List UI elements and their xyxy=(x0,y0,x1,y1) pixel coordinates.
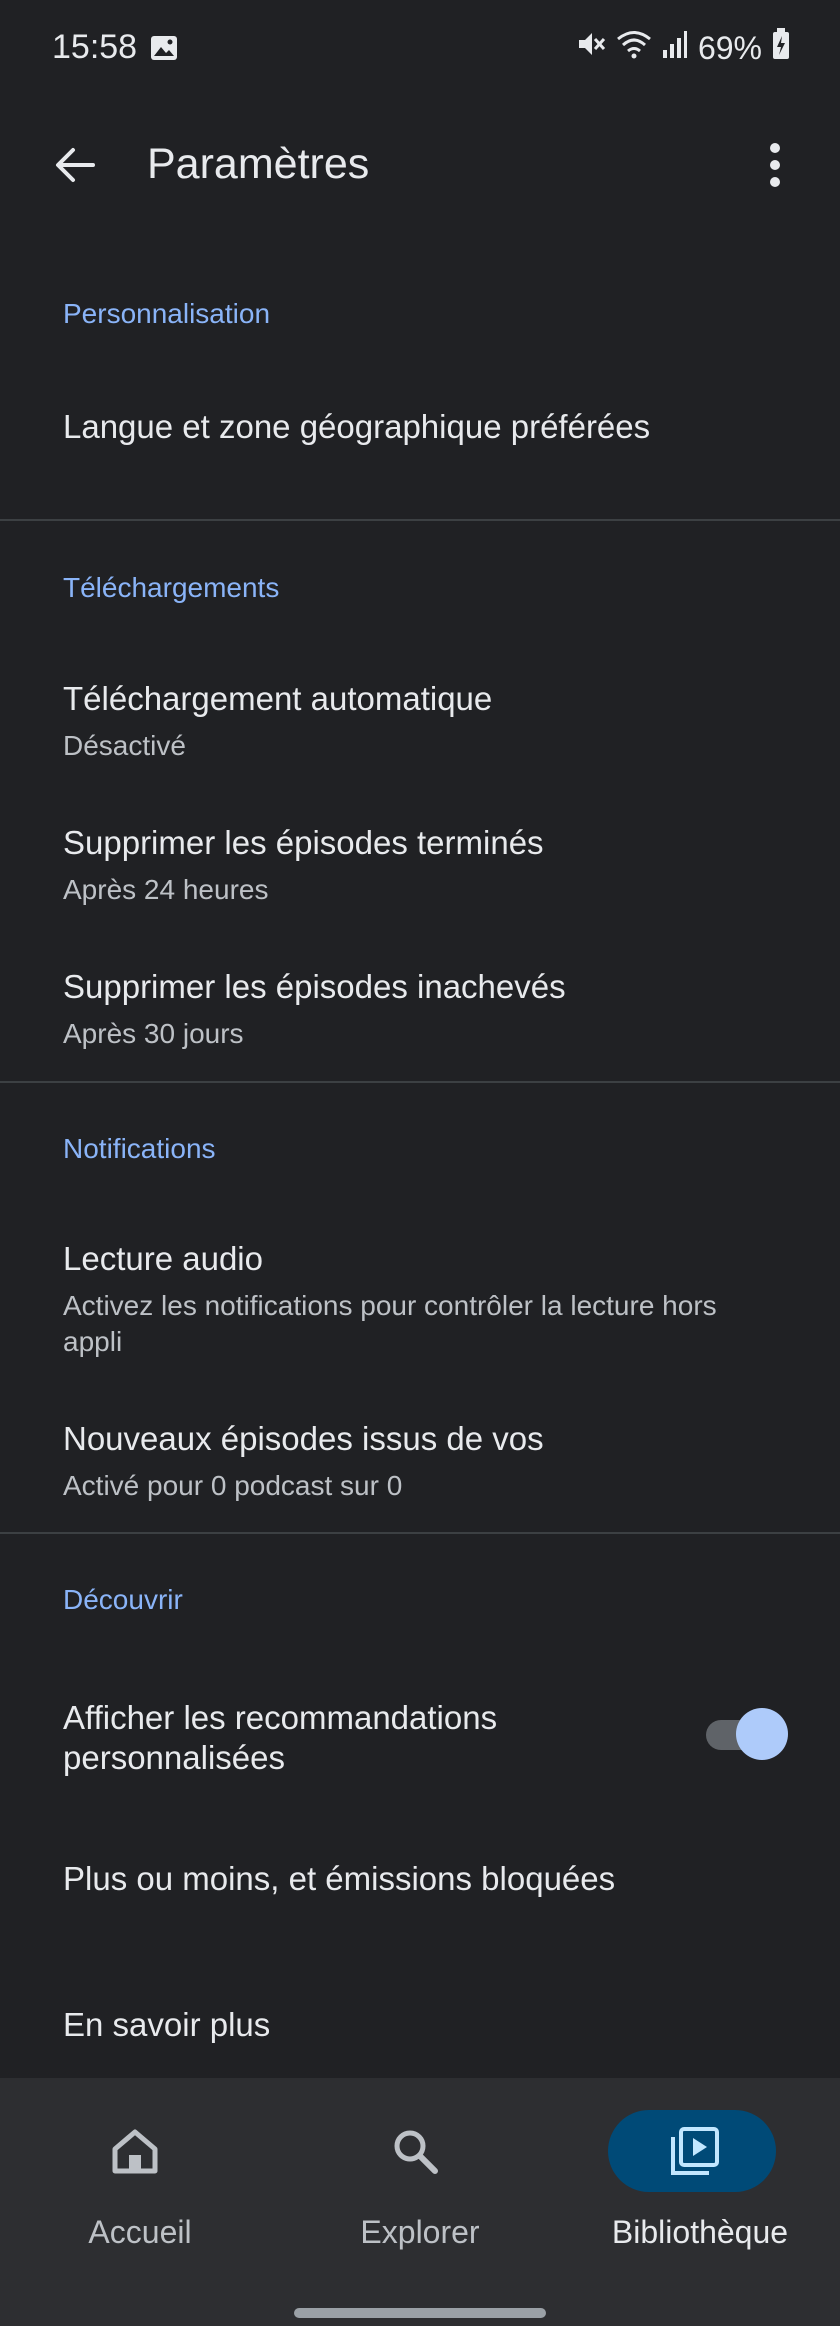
section-header-downloads: Téléchargements xyxy=(63,572,280,603)
signal-icon xyxy=(662,29,688,67)
back-button[interactable] xyxy=(40,130,110,200)
status-time: 15:58 xyxy=(52,28,138,66)
delete-finished-title: Supprimer les épisodes terminés xyxy=(63,824,544,861)
personalized-recommendations-title: Afficher les recommandations personnalis… xyxy=(63,1699,498,1776)
section-header-notifications: Notifications xyxy=(63,1133,216,1164)
nav-label-explore: Explorer xyxy=(360,2214,480,2250)
new-episodes-title: Nouveaux épisodes issus de vos xyxy=(63,1420,544,1457)
home-gesture-bar[interactable] xyxy=(294,2308,546,2318)
wifi-icon xyxy=(616,29,652,67)
nav-item-library[interactable]: Bibliothèque xyxy=(560,2078,840,2278)
battery-charging-icon xyxy=(772,28,790,68)
language-setting-title: Langue et zone géographique préférées xyxy=(63,408,651,445)
new-episodes-status: Activé pour 0 podcast sur 0 xyxy=(63,1470,403,1501)
search-icon xyxy=(394,2130,438,2174)
toggle-thumb xyxy=(736,1708,788,1760)
auto-download-status: Désactivé xyxy=(63,730,186,761)
app-bar: Paramètres xyxy=(0,100,840,230)
delete-unfinished-setting-item[interactable]: Supprimer les épisodes inachevés Après 3… xyxy=(0,948,840,1068)
nav-label-library: Bibliothèque xyxy=(611,2214,789,2250)
library-icon xyxy=(671,2127,719,2175)
status-bar: 15:58 69% xyxy=(0,0,840,100)
nav-item-explore[interactable]: Explorer xyxy=(280,2078,560,2278)
divider xyxy=(0,1081,840,1083)
language-setting-item[interactable]: Langue et zone géographique préférées xyxy=(0,370,840,480)
auto-download-title: Téléchargement automatique xyxy=(63,680,493,717)
learn-more-item[interactable]: En savoir plus xyxy=(0,1988,840,2074)
playback-notification-title: Lecture audio xyxy=(63,1240,263,1277)
status-indicators: 69% xyxy=(576,28,790,68)
section-header-discover: Découvrir xyxy=(63,1584,183,1615)
nav-label-home: Accueil xyxy=(88,2214,192,2250)
bottom-navigation: Accueil Explorer Bibliothèque xyxy=(0,2078,840,2326)
auto-download-setting-item[interactable]: Téléchargement automatique Désactivé xyxy=(0,660,840,780)
playback-notification-item[interactable]: Lecture audio Activez les notifications … xyxy=(0,1220,840,1370)
nav-item-home[interactable]: Accueil xyxy=(0,2078,280,2278)
image-notification-icon xyxy=(150,35,178,66)
recommendations-toggle[interactable] xyxy=(704,1706,790,1762)
more-vert-icon xyxy=(770,143,780,187)
more-options-button[interactable] xyxy=(740,130,810,200)
arrow-back-icon xyxy=(56,148,95,182)
delete-unfinished-title: Supprimer les épisodes inachevés xyxy=(63,968,566,1005)
new-episodes-notification-item[interactable]: Nouveaux épisodes issus de vos Activé po… xyxy=(0,1400,840,1520)
battery-percent: 69% xyxy=(697,29,762,66)
section-header-personalization: Personnalisation xyxy=(63,298,271,329)
divider xyxy=(0,519,840,521)
page-title: Paramètres xyxy=(147,140,370,188)
more-or-less-blocked-title: Plus ou moins, et émissions bloquées xyxy=(63,1860,616,1897)
learn-more-title: En savoir plus xyxy=(63,2006,271,2043)
mute-icon xyxy=(576,29,606,67)
delete-finished-setting-item[interactable]: Supprimer les épisodes terminés Après 24… xyxy=(0,804,840,924)
more-or-less-blocked-item[interactable]: Plus ou moins, et émissions bloquées xyxy=(0,1840,840,1930)
playback-notification-description: Activez les notifications pour contrôler… xyxy=(63,1290,717,1357)
delete-finished-value: Après 24 heures xyxy=(63,874,269,905)
delete-unfinished-value: Après 30 jours xyxy=(63,1018,244,1049)
divider xyxy=(0,1532,840,1534)
home-icon xyxy=(112,2129,158,2174)
